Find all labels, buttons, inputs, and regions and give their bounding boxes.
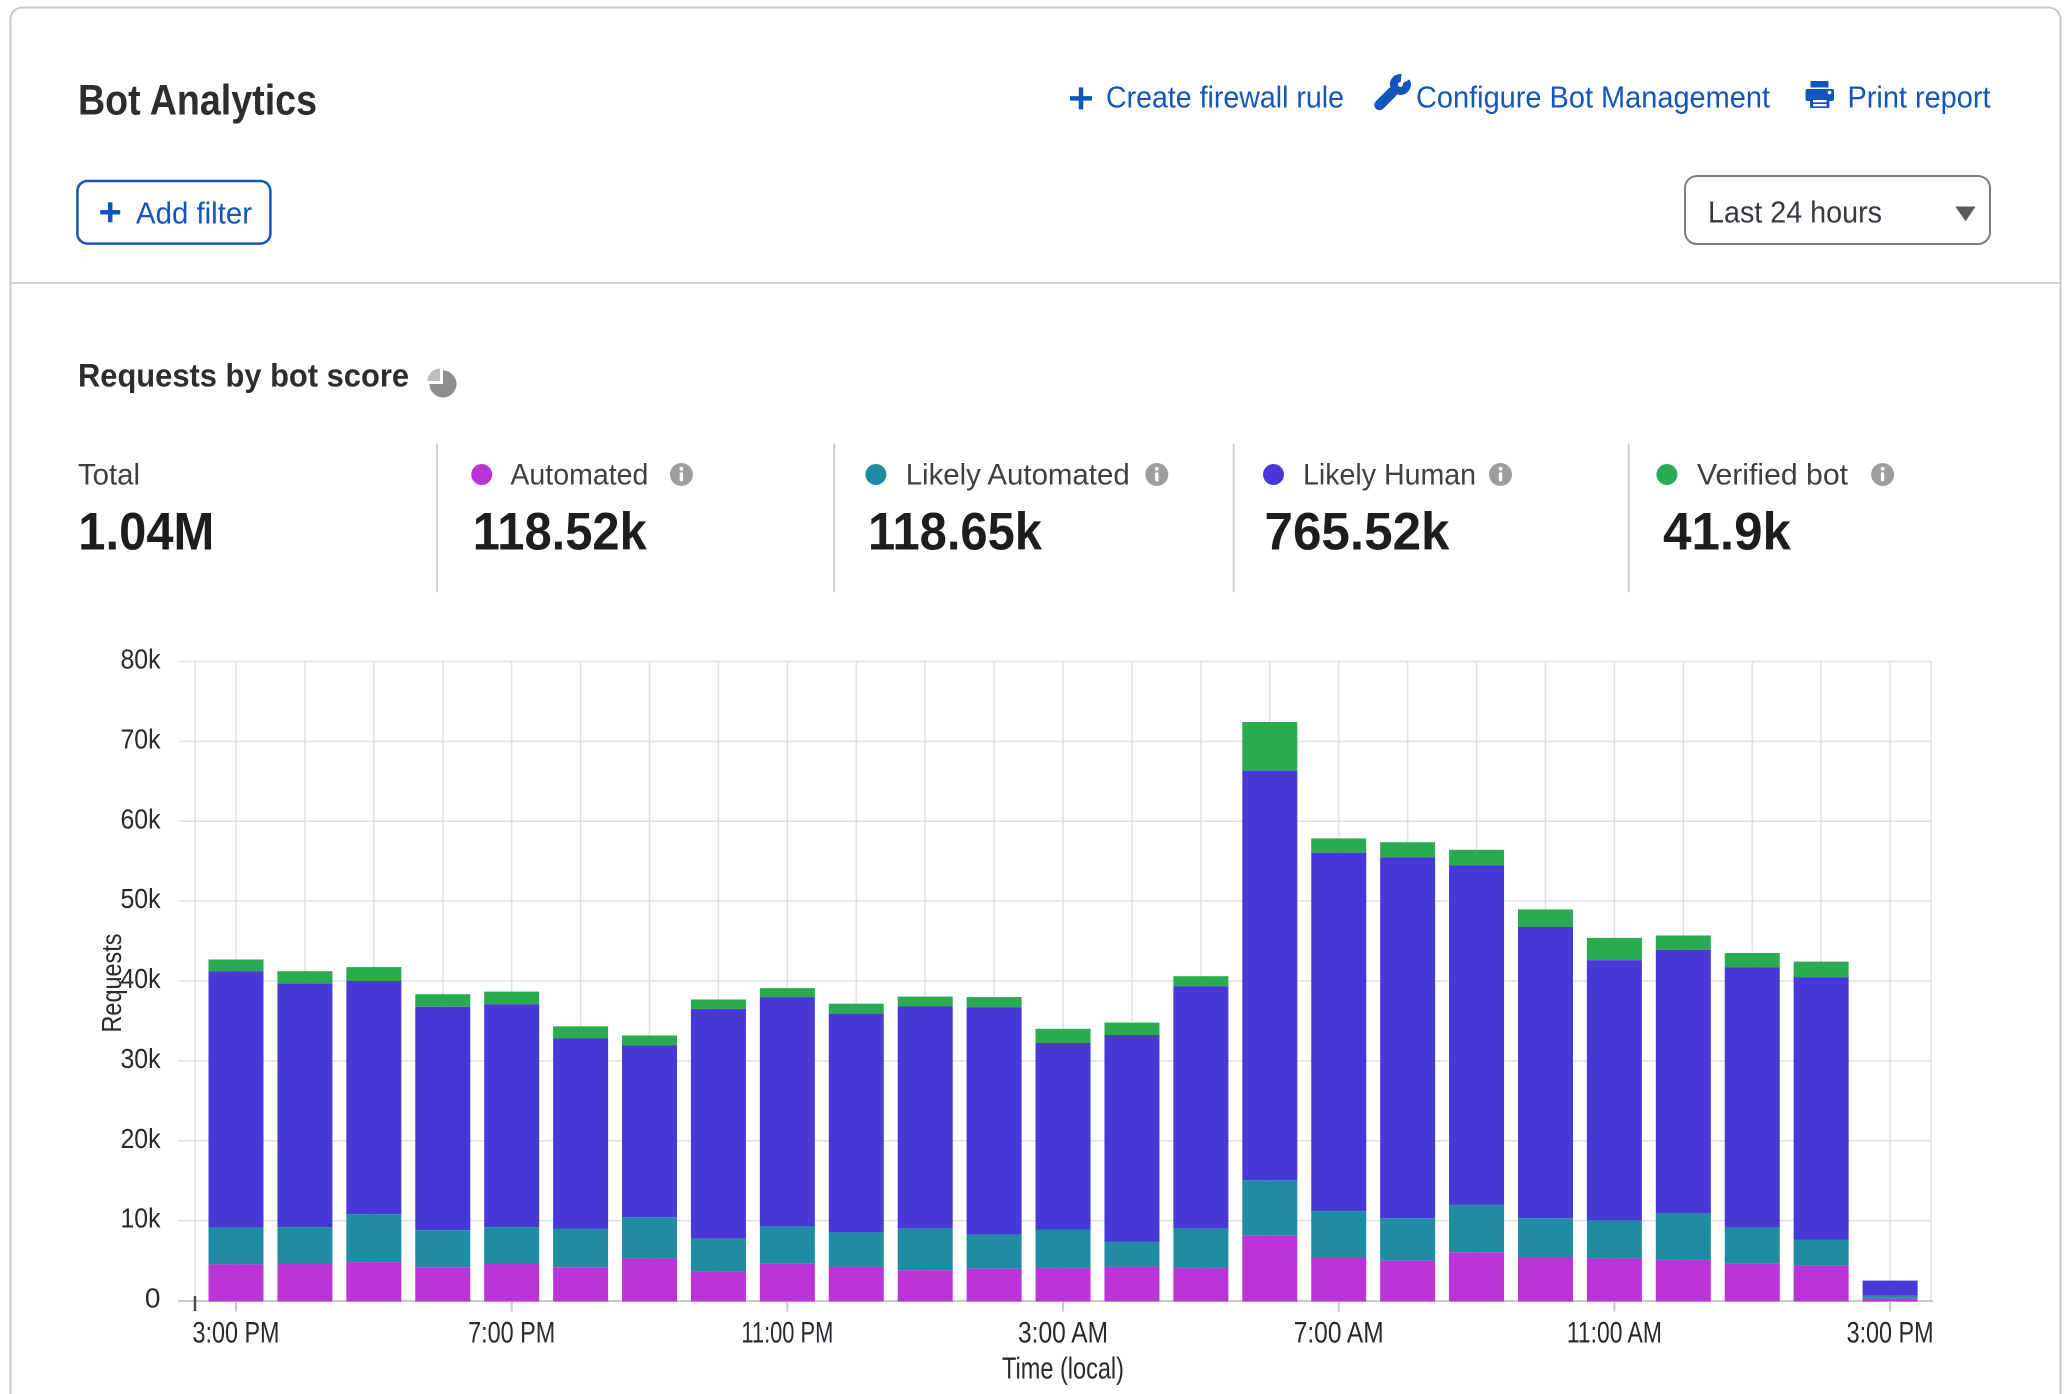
svg-text:7:00 PM: 7:00 PM <box>468 1317 555 1350</box>
svg-text:80k: 80k <box>121 644 162 675</box>
svg-text:Total: Total <box>78 459 140 492</box>
svg-text:Last 24 hours: Last 24 hours <box>1708 194 1882 229</box>
svg-text:60k: 60k <box>121 803 162 834</box>
svg-text:30k: 30k <box>121 1043 162 1074</box>
svg-text:3:00 PM: 3:00 PM <box>193 1317 280 1350</box>
svg-text:3:00 AM: 3:00 AM <box>1018 1317 1108 1350</box>
svg-text:118.65k: 118.65k <box>868 503 1042 562</box>
svg-text:Verified bot: Verified bot <box>1697 459 1848 492</box>
svg-text:Likely Human: Likely Human <box>1303 459 1476 492</box>
svg-text:1.04M: 1.04M <box>78 503 214 562</box>
svg-text:Add filter: Add filter <box>136 195 252 230</box>
svg-text:41.9k: 41.9k <box>1663 503 1791 562</box>
svg-text:11:00 AM: 11:00 AM <box>1567 1317 1662 1350</box>
svg-text:10k: 10k <box>121 1203 162 1234</box>
svg-text:Time (local): Time (local) <box>1002 1351 1124 1386</box>
svg-text:50k: 50k <box>121 883 162 914</box>
svg-text:11:00 PM: 11:00 PM <box>741 1317 833 1350</box>
svg-text:Bot Analytics: Bot Analytics <box>78 77 317 125</box>
svg-text:765.52k: 765.52k <box>1265 503 1450 562</box>
svg-text:Create firewall rule: Create firewall rule <box>1106 80 1344 115</box>
svg-text:Requests: Requests <box>96 934 127 1033</box>
svg-text:Requests by bot score: Requests by bot score <box>78 358 409 394</box>
svg-text:20k: 20k <box>121 1123 162 1154</box>
svg-text:3:00 PM: 3:00 PM <box>1847 1317 1934 1350</box>
svg-text:Likely Automated: Likely Automated <box>906 459 1130 492</box>
svg-text:70k: 70k <box>121 723 162 754</box>
svg-text:Configure Bot Management: Configure Bot Management <box>1416 80 1770 115</box>
svg-text:Automated: Automated <box>510 459 648 492</box>
svg-text:0: 0 <box>145 1283 161 1314</box>
svg-text:Print report: Print report <box>1848 80 1991 115</box>
svg-text:7:00 AM: 7:00 AM <box>1294 1317 1384 1350</box>
svg-text:118.52k: 118.52k <box>473 503 647 562</box>
